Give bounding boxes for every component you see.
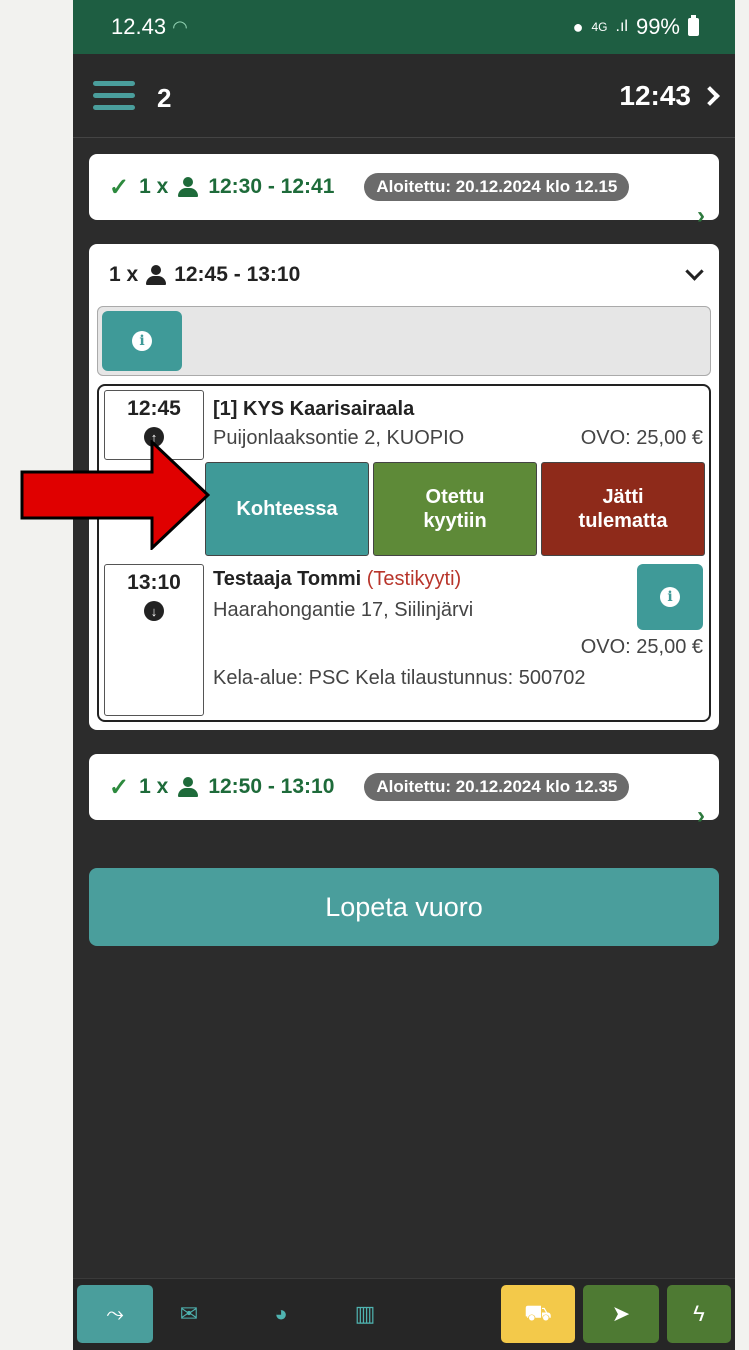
info-icon: i	[132, 331, 152, 351]
chevron-right-icon	[700, 85, 720, 106]
picked-up-label-line2: kyytiin	[423, 510, 487, 532]
mail-icon: ✉	[179, 1301, 199, 1326]
picked-up-label-line1: Otettu	[425, 486, 485, 508]
check-icon: ✓	[109, 173, 130, 201]
bottom-toolbar: ⤳ ✉ ◕ ▥ ⛟ ➤ ϟ	[73, 1278, 735, 1350]
arrived-button[interactable]: Kohteessa	[205, 462, 369, 556]
bolt-icon: ϟ	[693, 1301, 705, 1326]
trip-card-completed-2[interactable]: ✓ 1 x 12:50 - 13:10 Aloitettu: 20.12.202…	[89, 754, 719, 829]
map-icon: ▥	[354, 1301, 376, 1326]
app-bar: 2 12:43	[73, 54, 735, 138]
info-icon: i	[660, 587, 680, 607]
battery-icon	[688, 15, 699, 36]
trip-count: 2	[157, 83, 172, 113]
map-button[interactable]: ▥	[345, 1285, 385, 1343]
end-shift-button[interactable]: Lopeta vuoro	[89, 868, 719, 946]
navigation-button[interactable]: ➤	[583, 1285, 659, 1343]
time-next-button[interactable]: 12:43	[619, 79, 720, 112]
person-icon	[178, 777, 199, 797]
current-time: 12:43	[619, 79, 691, 111]
trip-passenger-count: 1 x	[139, 775, 169, 798]
trip-passenger-count: 1 x	[109, 263, 139, 286]
no-show-label-line2: tulematta	[578, 510, 668, 532]
trip-time-range: 12:45 - 13:10	[174, 263, 301, 286]
dashboard-button[interactable]: ◕	[261, 1285, 301, 1343]
pickup-actions: Kohteessa Otettu kyytiin Jätti tulematta	[205, 462, 705, 556]
pickup-time: 12:45	[127, 397, 181, 420]
chevron-right-icon[interactable]: ›	[697, 202, 705, 230]
trip-passenger-count: 1 x	[139, 175, 169, 198]
pickup-title: [1] KYS Kaarisairaala	[213, 398, 415, 420]
pickup-details: [1] KYS Kaarisairaala Puijonlaaksontie 2…	[213, 398, 703, 450]
dropoff-address: Haarahongantie 17, Siilinjärvi	[213, 599, 474, 621]
arrow-shape	[20, 440, 210, 550]
signal-icon: .ıl	[615, 18, 628, 35]
bolt-button[interactable]: ϟ	[667, 1285, 731, 1343]
trip-time-range: 12:30 - 12:41	[208, 175, 335, 198]
route-button[interactable]: ⤳	[77, 1285, 153, 1343]
dropoff-kela: Kela-alue: PSC Kela tilaustunnus: 500702	[213, 667, 586, 689]
trip-time-range: 12:50 - 13:10	[208, 775, 335, 798]
dropoff-time-box: 13:10 ↓	[104, 564, 204, 716]
dropoff-tag: (Testikyyti)	[366, 568, 462, 590]
trip-info-strip: i	[97, 306, 711, 376]
picked-up-button[interactable]: Otettu kyytiin	[373, 462, 537, 556]
check-icon: ✓	[109, 773, 130, 801]
location-icon: ●	[572, 16, 584, 37]
dashboard-icon: ◕	[274, 1301, 288, 1326]
battery-percent: 99%	[635, 14, 680, 39]
route-icon: ⤳	[106, 1301, 124, 1326]
network-type: 4G	[591, 20, 608, 34]
no-show-button[interactable]: Jätti tulematta	[541, 462, 705, 556]
status-bar: 12.43 ◠ ● 4G .ıl 99%	[73, 0, 735, 54]
dropoff-details: Testaaja Tommi (Testikyyti) Haarahongant…	[213, 564, 703, 716]
car-button[interactable]: ⛟	[501, 1285, 575, 1343]
background-left	[0, 0, 73, 1350]
app-notification-icon: ◠	[172, 16, 188, 37]
pickup-address: Puijonlaaksontie 2, KUOPIO	[213, 427, 465, 449]
chevron-right-icon[interactable]: ›	[697, 802, 705, 830]
status-badge: Aloitettu: 20.12.2024 klo 12.35	[364, 773, 630, 801]
dropoff-info-button[interactable]: i	[637, 564, 703, 630]
status-time: 12.43	[111, 14, 167, 39]
stops-list: 12:45 ↑ [1] KYS Kaarisairaala Puijonlaak…	[97, 384, 711, 722]
background-right	[735, 0, 749, 1350]
menu-icon[interactable]	[93, 81, 135, 110]
chevron-down-icon[interactable]	[685, 261, 704, 281]
phone-screen: 12.43 ◠ ● 4G .ıl 99% 2 12:43 ✓ 1 x 12:30…	[73, 0, 735, 1350]
red-arrow-annotation	[20, 440, 210, 550]
no-show-label-line1: Jätti	[602, 486, 644, 508]
dropoff-name: Testaaja Tommi	[213, 568, 362, 590]
arrow-down-icon: ↓	[144, 601, 164, 621]
dropoff-time: 13:10	[127, 571, 181, 594]
trip-info-button[interactable]: i	[102, 311, 182, 371]
person-icon	[178, 177, 199, 197]
car-icon: ⛟	[524, 1299, 552, 1325]
messages-button[interactable]: ✉	[169, 1285, 209, 1343]
dropoff-ovo: OVO: 25,00 €	[580, 636, 703, 658]
navigation-icon: ➤	[611, 1301, 631, 1326]
trip-card-completed-1[interactable]: ✓ 1 x 12:30 - 12:41 Aloitettu: 20.12.202…	[89, 154, 719, 229]
status-badge: Aloitettu: 20.12.2024 klo 12.15	[364, 173, 630, 201]
trip-header[interactable]: 1 x 12:45 - 13:10	[89, 244, 719, 306]
pickup-ovo: OVO: 25,00 €	[580, 427, 703, 449]
person-icon	[146, 265, 167, 285]
